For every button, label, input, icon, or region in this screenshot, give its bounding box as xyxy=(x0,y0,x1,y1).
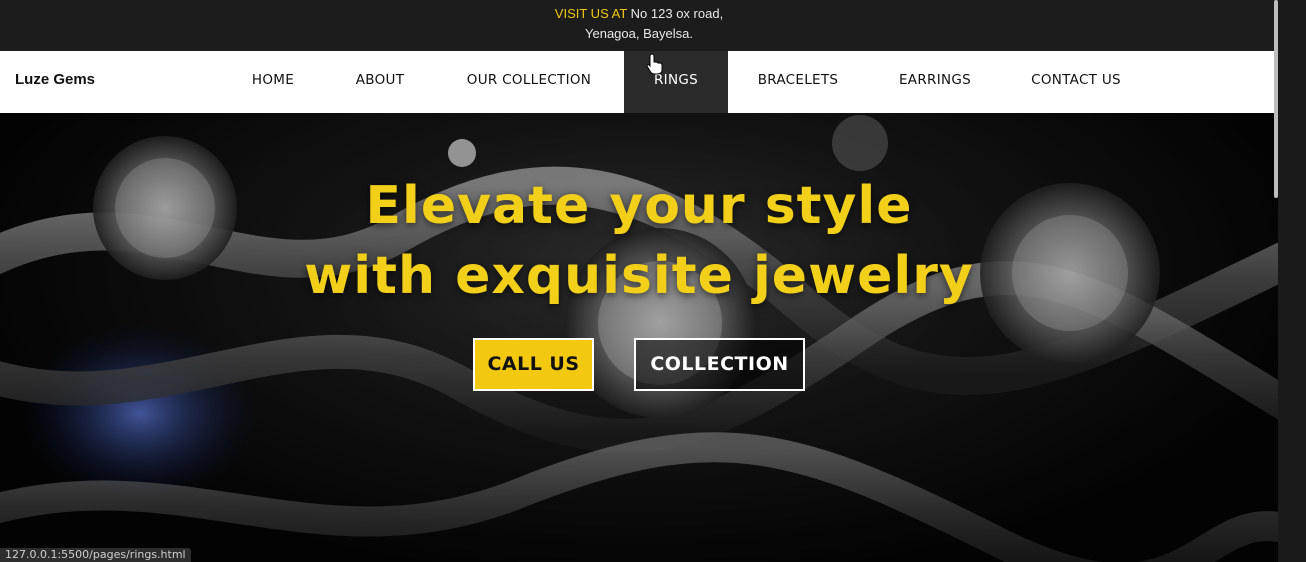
hero-headline: Elevate your style with exquisite jewelr… xyxy=(0,171,1278,311)
collection-button[interactable]: COLLECTION xyxy=(634,338,805,391)
nav-home[interactable]: HOME xyxy=(236,51,310,113)
nav-our-collection[interactable]: OUR COLLECTION xyxy=(452,51,606,113)
hero-headline-line-2: with exquisite jewelry xyxy=(304,246,974,306)
hero-headline-line-1: Elevate your style xyxy=(365,176,913,236)
address-topbar: VISIT US AT No 123 ox road, Yenagoa, Bay… xyxy=(0,0,1278,51)
address-line-1: VISIT US AT No 123 ox road, xyxy=(0,4,1278,24)
hero-section: Elevate your style with exquisite jewelr… xyxy=(0,113,1278,562)
scrollbar-thumb[interactable] xyxy=(1274,0,1278,198)
address-line-2: Yenagoa, Bayelsa. xyxy=(585,26,693,41)
nav-contact-us[interactable]: CONTACT US xyxy=(1018,51,1134,113)
visit-us-label: VISIT US AT xyxy=(554,6,628,21)
nav-bracelets[interactable]: BRACELETS xyxy=(746,51,850,113)
brand-logo[interactable]: Luze Gems xyxy=(15,71,95,88)
nav-earrings[interactable]: EARRINGS xyxy=(886,51,984,113)
nav-rings[interactable]: RINGS xyxy=(624,51,728,113)
hand-pointer-cursor-icon xyxy=(646,53,663,75)
link-status-url: 127.0.0.1:5500/pages/rings.html xyxy=(0,548,191,562)
call-us-button[interactable]: CALL US xyxy=(473,338,594,391)
page-scrollbar[interactable] xyxy=(1278,0,1306,562)
main-navbar: Luze Gems HOME ABOUT OUR COLLECTION RING… xyxy=(0,51,1278,113)
address-street: No 123 ox road, xyxy=(630,6,724,21)
nav-about[interactable]: ABOUT xyxy=(342,51,418,113)
